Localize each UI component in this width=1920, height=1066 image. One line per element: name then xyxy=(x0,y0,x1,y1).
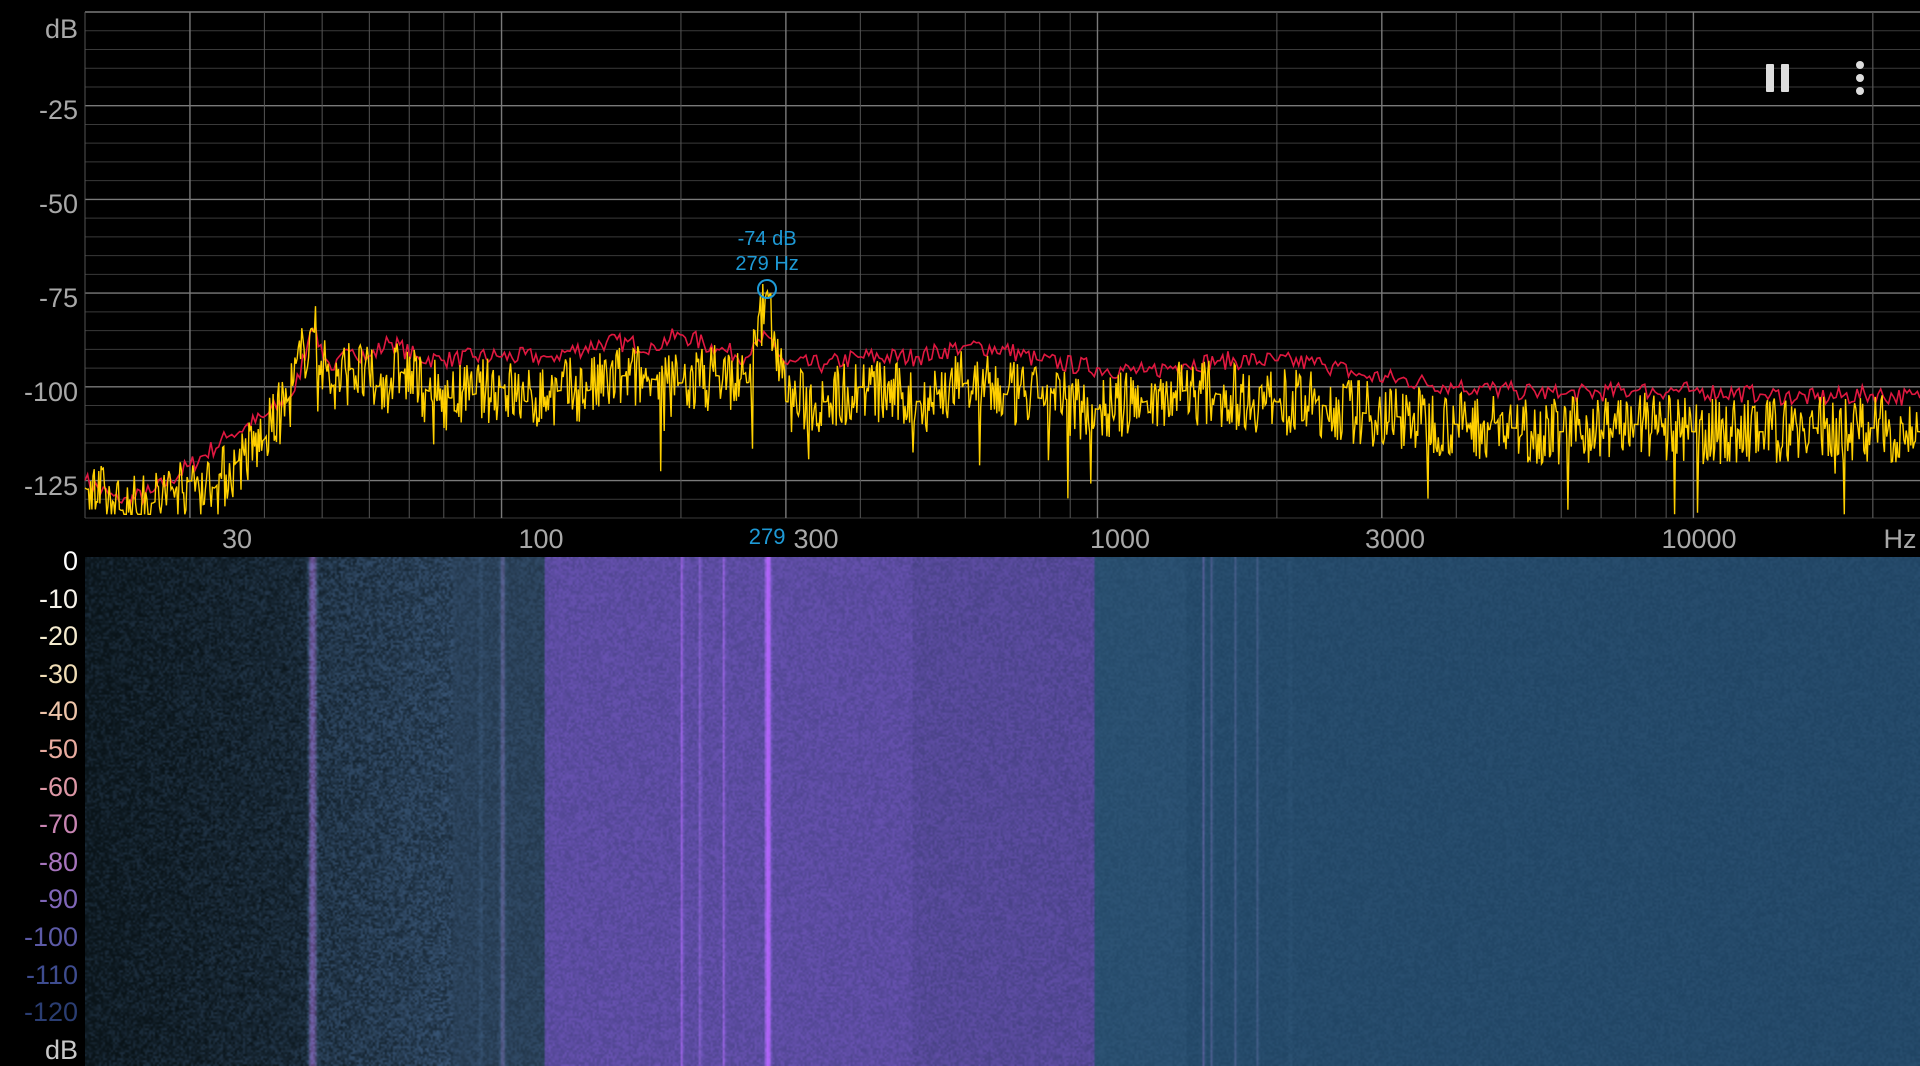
spectrogram-scale-label: -30 xyxy=(38,658,78,689)
spectrogram-image xyxy=(85,557,1920,1066)
peak-db-label: -74 dB xyxy=(737,228,797,251)
spectrogram-scale-label: -10 xyxy=(38,583,78,614)
spectrogram-waterfall[interactable]: 0 -10 -20 -30 -40 -50 -60 -70 -80 -90 -100 -110 -120… xyxy=(0,546,1920,1066)
spectrogram-scale-label: -50 xyxy=(38,734,78,764)
spectrum-chart xyxy=(84,11,1920,519)
spectrogram-scale-label: -40 xyxy=(38,696,78,727)
cursor-frequency-label: 279 xyxy=(748,524,786,549)
spectrogram-scale-label: -20 xyxy=(38,621,78,652)
spectrogram-scale-label: -100 xyxy=(23,922,78,952)
spectrum-plot[interactable]: dB -25 -50 -75 -100 -125 30 100 300 1000… xyxy=(0,0,1920,555)
spectrogram-scale-label: -120 xyxy=(23,997,78,1028)
spectrogram-scale-label: -60 xyxy=(38,771,78,802)
spectrogram-scale-label: -70 xyxy=(38,809,78,840)
overflow-menu-button[interactable] xyxy=(1842,56,1878,100)
live-spectrum-trace xyxy=(84,283,1920,515)
peak-hz-label: 279 Hz xyxy=(735,253,799,276)
more-vert-icon xyxy=(1856,61,1864,69)
more-vert-icon xyxy=(1856,74,1864,82)
pause-button[interactable] xyxy=(1760,60,1794,96)
spectrum-analyzer-app: dB -25 -50 -75 -100 -125 30 100 300 1000… xyxy=(0,0,1920,1066)
more-vert-icon xyxy=(1856,87,1864,95)
spectrogram-scale-label: -90 xyxy=(38,884,78,915)
spectrogram-scale-unit: dB xyxy=(44,1034,78,1065)
spectrogram-scale-label: 0 xyxy=(62,546,78,576)
pause-icon xyxy=(1765,64,1774,92)
spectrogram-scale-label: -80 xyxy=(38,846,78,877)
pause-icon xyxy=(1780,64,1789,92)
peak-marker-circle[interactable] xyxy=(757,279,778,300)
spectrogram-scale-label: -110 xyxy=(25,959,78,990)
